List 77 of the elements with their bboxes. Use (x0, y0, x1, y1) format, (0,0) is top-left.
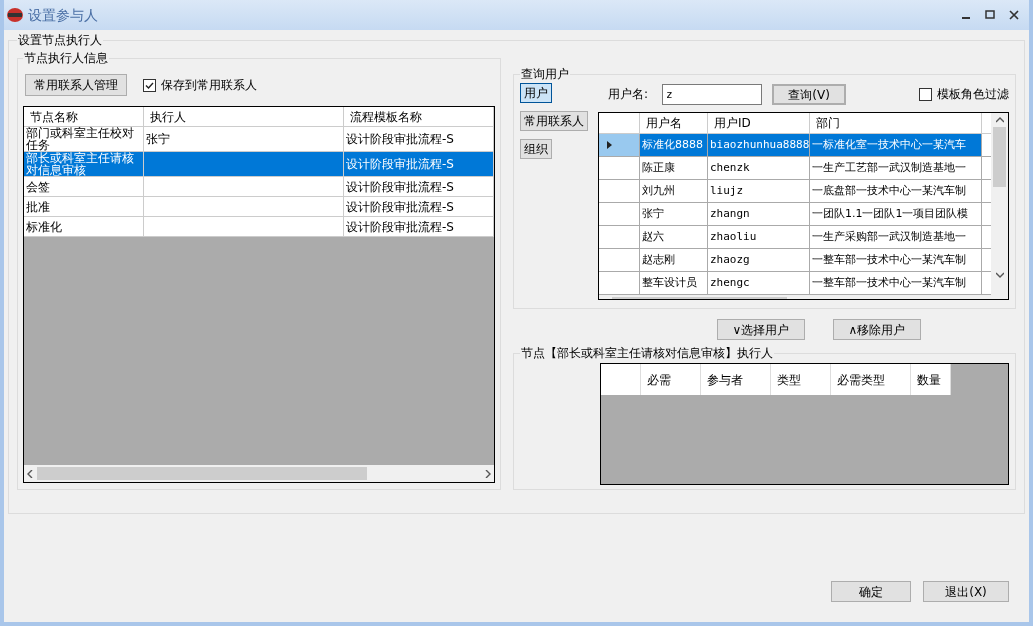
table-cell[interactable]: 设计阶段审批流程-S (344, 197, 494, 216)
scroll-right-icon[interactable] (485, 469, 491, 478)
table-cell[interactable]: chenzk (708, 157, 810, 179)
manage-contacts-button[interactable]: 常用联系人管理 (25, 74, 127, 96)
table-cell[interactable]: biaozhunhua8888 (708, 134, 810, 156)
scrollbar-thumb[interactable] (993, 127, 1006, 187)
table-cell[interactable]: 设计阶段审批流程-S (344, 217, 494, 236)
horizontal-scrollbar[interactable] (24, 465, 494, 482)
username-field[interactable]: z (662, 83, 763, 105)
group-title: 节点执行人信息 (23, 50, 109, 67)
row-header[interactable] (599, 134, 640, 156)
table-cell[interactable]: 张宁 (640, 203, 708, 225)
table-cell[interactable]: zhengc (708, 272, 810, 294)
table-cell[interactable]: 一底盘部一技术中心一某汽车制 (810, 180, 982, 202)
column-header[interactable]: 类型 (771, 364, 831, 395)
column-header[interactable]: 必需 (641, 364, 701, 395)
scrollbar-thumb[interactable] (37, 467, 367, 480)
app-logo-icon (6, 7, 24, 23)
select-user-button[interactable]: ∨选择用户 (717, 319, 805, 340)
remove-user-button[interactable]: ∧移除用户 (833, 319, 921, 340)
column-header[interactable]: 部门 (810, 113, 982, 133)
table-cell[interactable]: zhaozg (708, 249, 810, 271)
checkbox-label: 保存到常用联系人 (161, 77, 257, 94)
side-tab-button[interactable]: 常用联系人 (520, 111, 588, 131)
side-tab-button[interactable]: 组织 (520, 139, 552, 159)
checkbox[interactable] (919, 87, 932, 101)
table-cell[interactable]: 整车设计员 (640, 272, 708, 294)
close-icon[interactable] (1009, 10, 1019, 20)
exit-button[interactable]: 退出(X) (923, 581, 1009, 602)
current-row-icon (607, 141, 612, 149)
maximize-icon[interactable] (985, 10, 995, 20)
column-header[interactable]: 用户名 (640, 113, 708, 133)
vertical-scrollbar[interactable] (991, 113, 1008, 299)
table-cell[interactable]: 批准 (24, 197, 144, 216)
side-tab-button[interactable]: 用户 (520, 83, 552, 103)
table-cell[interactable]: 标准化8888 (640, 134, 708, 156)
table-cell[interactable]: 设计阶段审批流程-S (344, 177, 494, 196)
table-cell[interactable]: 一整车部一技术中心一某汽车制 (810, 249, 982, 271)
table-cell[interactable]: 张宁 (144, 127, 344, 151)
table-cell[interactable]: 标准化 (24, 217, 144, 236)
table-cell[interactable]: zhangn (708, 203, 810, 225)
column-header[interactable]: 用户ID (708, 113, 810, 133)
checkbox-label: 模板角色过滤 (937, 86, 1009, 103)
checkbox[interactable] (143, 78, 156, 92)
table-cell[interactable]: 会签 (24, 177, 144, 196)
column-header[interactable]: 必需类型 (831, 364, 911, 395)
field-label: 用户名: (608, 86, 649, 103)
group-title: 节点【部长或科室主任请核对信息审核】执行人 (520, 345, 774, 362)
ok-button[interactable]: 确定 (831, 581, 911, 602)
scroll-down-icon[interactable] (995, 272, 1004, 278)
table-cell[interactable]: 一团队1.1一团队1一项目团队模 (810, 203, 982, 225)
table-cell[interactable]: 一整车部一技术中心一某汽车制 (810, 272, 982, 294)
table-cell[interactable]: 陈正康 (640, 157, 708, 179)
table-cell[interactable]: 部长或科室主任请核对信息审核 (24, 152, 144, 176)
table-cell[interactable]: 赵志刚 (640, 249, 708, 271)
column-header[interactable]: 参与者 (701, 364, 771, 395)
group-title: 设置节点执行人 (17, 32, 103, 49)
column-header[interactable]: 数量 (911, 364, 951, 395)
table-cell[interactable]: 部门或科室主任校对任务 (24, 127, 144, 151)
table-cell[interactable]: 一生产工艺部一武汉制造基地一 (810, 157, 982, 179)
window-title: 设置参与人 (28, 5, 98, 25)
query-button[interactable]: 查询(V) (772, 83, 847, 105)
table-cell[interactable]: 设计阶段审批流程-S (344, 152, 494, 176)
column-header[interactable]: 节点名称 (24, 107, 144, 126)
group-title: 查询用户 (520, 66, 570, 83)
column-header[interactable] (601, 364, 641, 395)
table-cell[interactable]: 赵六 (640, 226, 708, 248)
table-cell[interactable]: 一标准化室一技术中心一某汽车 (810, 134, 982, 156)
scroll-left-icon[interactable] (27, 469, 33, 478)
column-header[interactable]: 执行人 (144, 107, 344, 126)
table-cell[interactable]: zhaoliu (708, 226, 810, 248)
column-header[interactable]: 流程模板名称 (344, 107, 494, 126)
table-cell[interactable]: liujz (708, 180, 810, 202)
table-cell[interactable]: 刘九州 (640, 180, 708, 202)
table-cell[interactable]: 设计阶段审批流程-S (344, 127, 494, 151)
scroll-up-icon[interactable] (995, 117, 1004, 123)
table-cell[interactable]: 一生产采购部一武汉制造基地一 (810, 226, 982, 248)
